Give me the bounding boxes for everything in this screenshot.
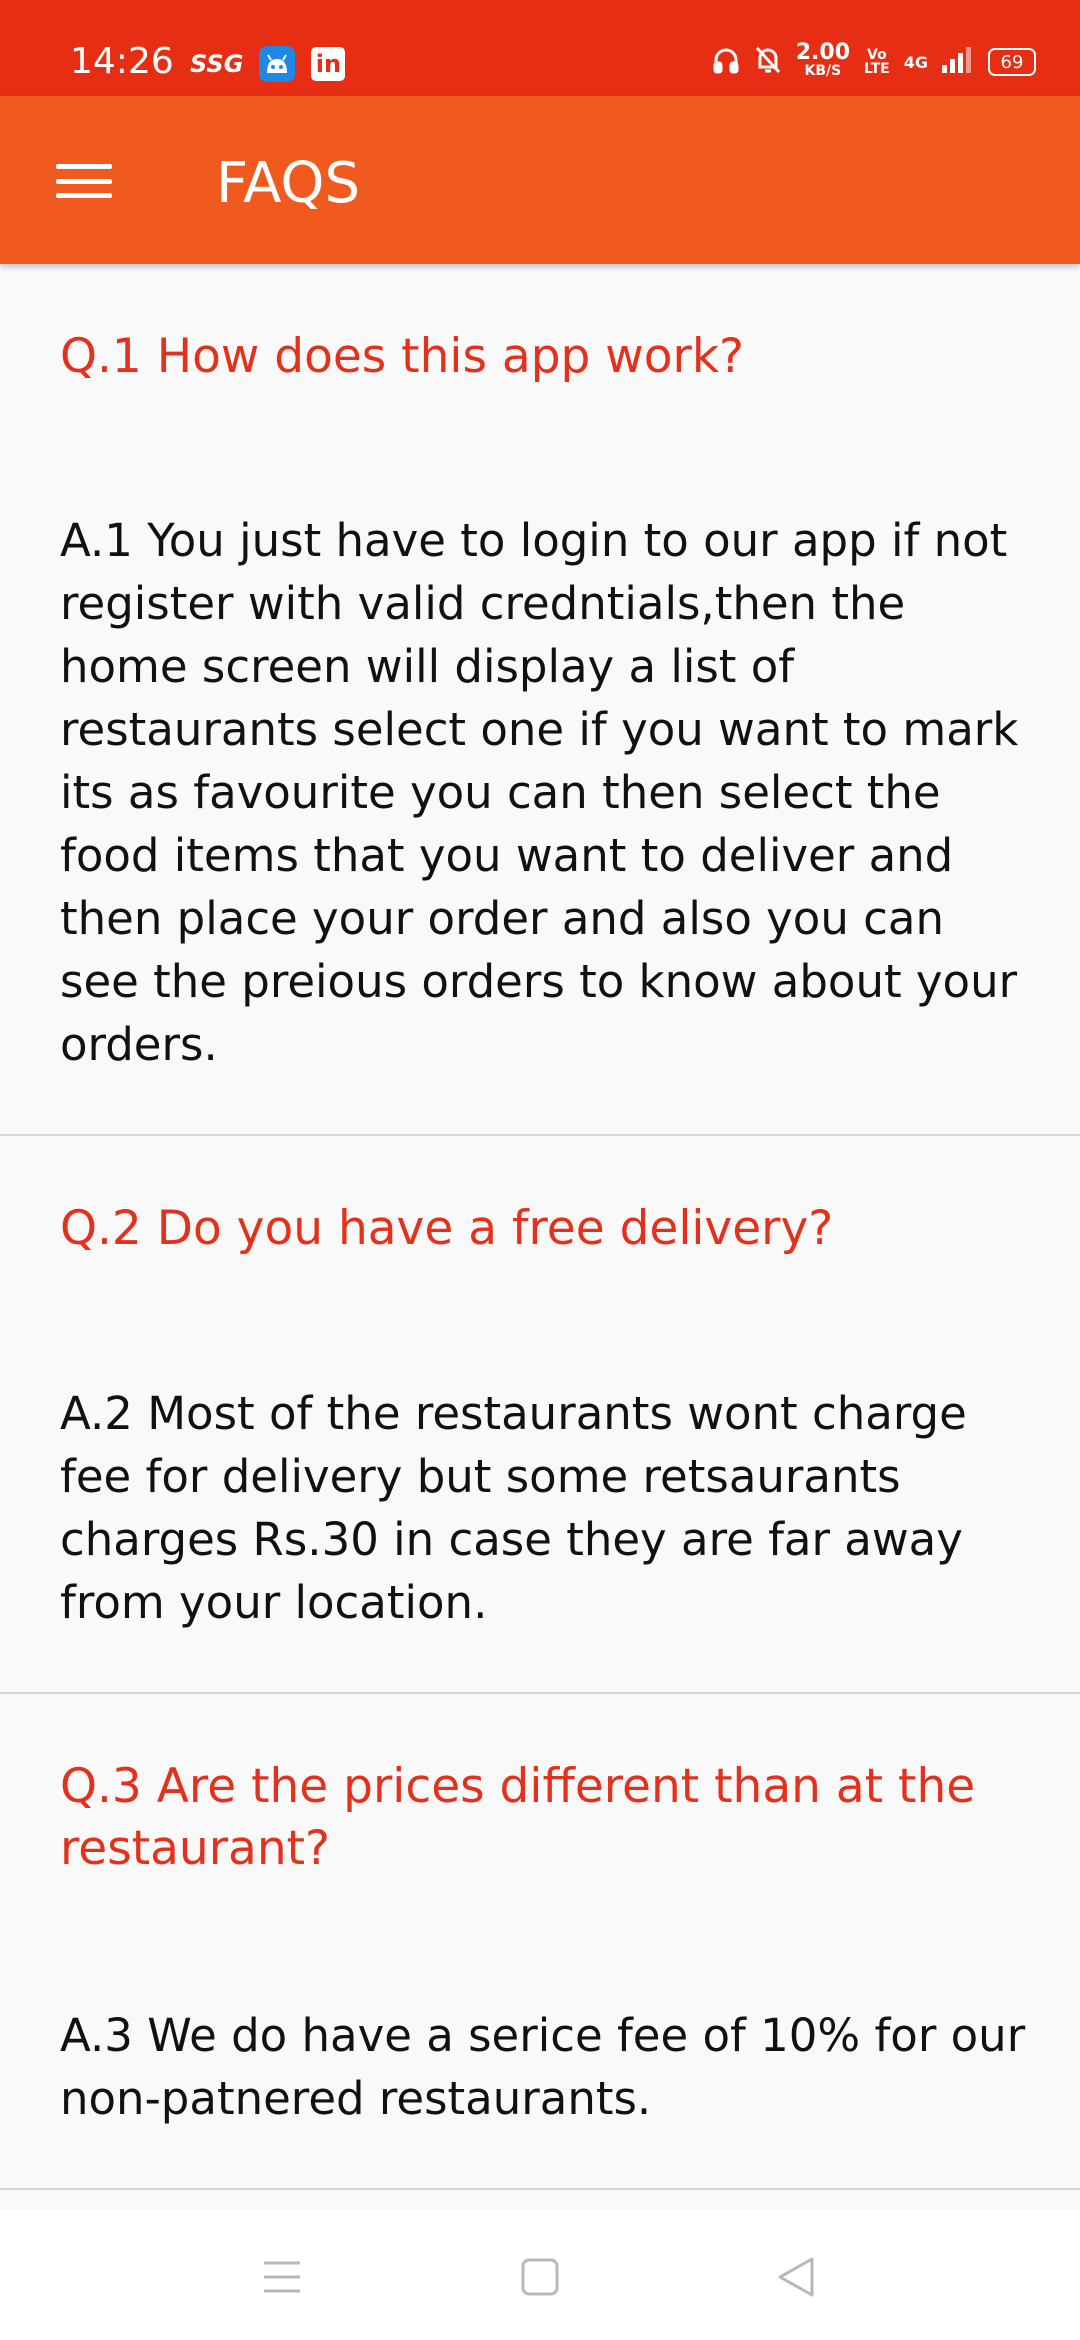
divider <box>0 2188 1080 2190</box>
android-bot-icon <box>259 46 296 82</box>
status-bar: 14:26 SSG in 2.00 KB/S Vo LTE 4G 69 <box>0 0 1080 96</box>
app-bar: FAQS <box>0 96 1080 264</box>
home-icon[interactable] <box>510 2250 570 2304</box>
bell-mute-icon <box>754 45 782 80</box>
system-status-icons: 2.00 KB/S Vo LTE 4G 69 <box>712 40 1036 80</box>
faq-item-3: Q.3 Are the prices different than at the… <box>0 1694 1080 2188</box>
headphone-icon <box>712 46 740 79</box>
volte-bottom: LTE <box>864 61 890 77</box>
volte-indicator: Vo LTE <box>864 48 890 76</box>
menu-line <box>56 193 112 198</box>
faq-question: Q.1 How does this app work? <box>60 329 744 384</box>
faq-question: Q.3 Are the prices different than at the… <box>60 1759 976 1876</box>
faq-question: Q.2 Do you have a free delivery? <box>60 1201 834 1256</box>
notification-icons: SSG in <box>190 46 346 82</box>
menu-line <box>56 178 112 184</box>
back-icon[interactable] <box>766 2250 826 2304</box>
battery-icon: 69 <box>988 48 1036 76</box>
faq-answer: A.3 We do have a serice fee of 10% for o… <box>60 2009 1026 2125</box>
speed-unit: KB/S <box>804 63 842 79</box>
battery-level: 69 <box>1000 51 1024 73</box>
linkedin-icon: in <box>311 47 346 81</box>
faq-item-1: Q.1 How does this app work? A.1 You just… <box>0 264 1080 1134</box>
menu-line <box>56 164 112 169</box>
page-title: FAQS <box>216 151 361 216</box>
system-nav-bar <box>0 2210 1080 2340</box>
speed-value: 2.00 <box>795 40 851 65</box>
faq-item-2: Q.2 Do you have a free delivery? A.2 Mos… <box>0 1136 1080 1692</box>
signal-icon <box>942 46 974 78</box>
ssg-icon: SSG <box>190 50 244 78</box>
recents-icon[interactable] <box>252 2250 312 2304</box>
hamburger-menu-icon[interactable] <box>56 164 112 198</box>
faq-answer: A.2 Most of the restaurants wont charge … <box>60 1387 967 1629</box>
network-speed: 2.00 KB/S <box>795 40 851 80</box>
status-time: 14:26 <box>70 41 174 82</box>
network-type: 4G <box>903 52 928 72</box>
faq-answer: A.1 You just have to login to our app if… <box>60 514 1019 1071</box>
